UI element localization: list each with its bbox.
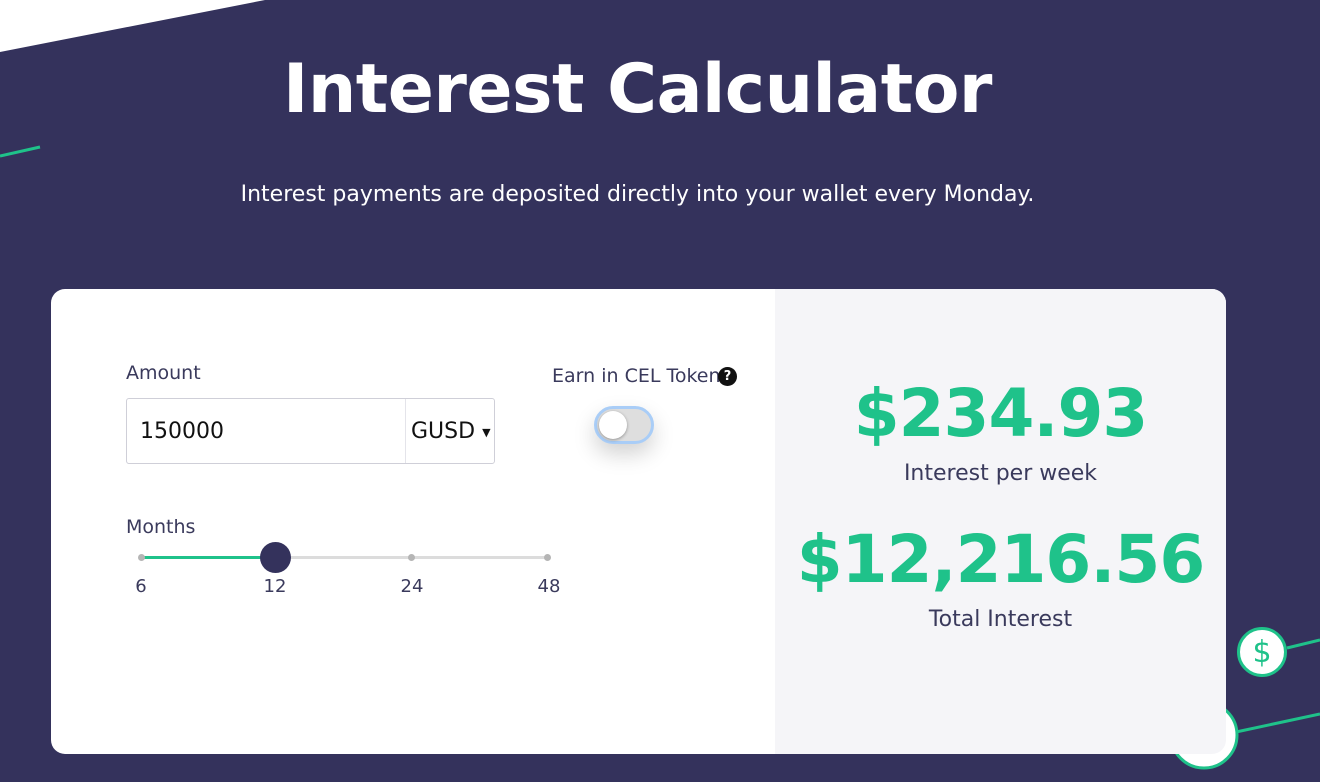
dollar-coin-icon: $ (1237, 627, 1287, 677)
slider-thumb[interactable] (260, 542, 291, 573)
cel-token-label: Earn in CEL Token (552, 365, 721, 387)
cel-token-toggle[interactable] (594, 406, 654, 444)
right-green-line-upper (1286, 638, 1320, 650)
right-green-line-lower (1235, 712, 1320, 734)
page-title: Interest Calculator (283, 50, 992, 129)
slider-stop-6[interactable] (138, 554, 145, 561)
total-interest-label: Total Interest (928, 607, 1073, 632)
page-subtitle: Interest payments are deposited directly… (240, 182, 1035, 207)
months-tick-24[interactable]: 24 (401, 576, 424, 597)
currency-select[interactable]: GUSD ▼ (405, 399, 494, 463)
toggle-knob (599, 411, 627, 439)
months-tick-12[interactable]: 12 (264, 576, 287, 597)
results-panel: $234.93 Interest per week $12,216.56 Tot… (775, 289, 1226, 754)
dropdown-caret-icon: ▼ (482, 426, 491, 439)
weekly-interest-value: $234.93 (853, 375, 1149, 452)
slider-stop-24[interactable] (408, 554, 415, 561)
months-tick-6[interactable]: 6 (135, 576, 146, 597)
amount-label: Amount (126, 362, 201, 384)
weekly-interest-label: Interest per week (903, 461, 1098, 486)
calculator-card: Amount GUSD ▼ Earn in CEL Token ? Months… (51, 289, 1226, 754)
currency-value: GUSD (411, 418, 476, 444)
months-slider[interactable] (138, 542, 551, 573)
top-left-white-wedge (0, 0, 265, 52)
total-interest-value: $12,216.56 (796, 521, 1206, 598)
help-icon[interactable]: ? (718, 367, 737, 386)
left-green-line (0, 145, 41, 158)
amount-input[interactable] (127, 399, 407, 463)
slider-stop-48[interactable] (544, 554, 551, 561)
amount-field-group: GUSD ▼ (126, 398, 495, 464)
slider-track-fill (140, 556, 276, 559)
months-label: Months (126, 516, 196, 538)
months-tick-48[interactable]: 48 (538, 576, 561, 597)
